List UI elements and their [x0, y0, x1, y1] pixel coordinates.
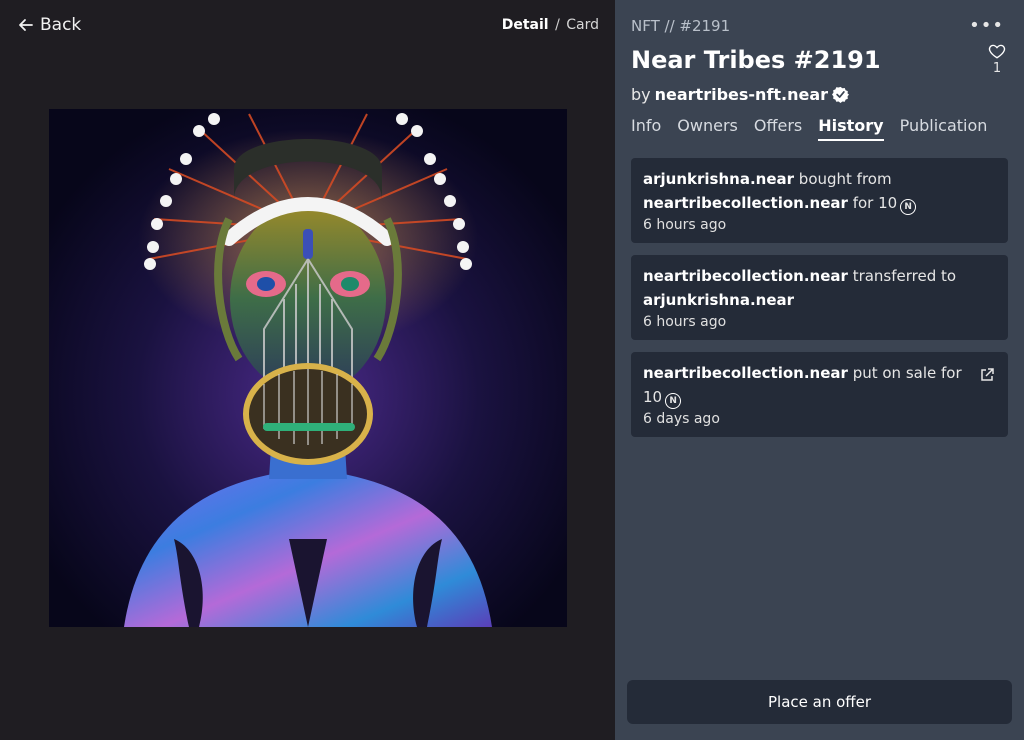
- view-card-option[interactable]: Card: [566, 17, 599, 33]
- history-actor[interactable]: neartribecollection.near: [643, 364, 848, 382]
- tab-owners[interactable]: Owners: [677, 116, 738, 141]
- nft-title: Near Tribes #2191: [631, 46, 881, 74]
- history-action: transferred to: [852, 267, 957, 285]
- creator-prefix: by: [631, 85, 651, 104]
- history-message: arjunkrishna.near bought from neartribec…: [643, 167, 996, 215]
- history-target[interactable]: arjunkrishna.near: [643, 291, 794, 309]
- history-item: neartribecollection.near transferred to …: [631, 255, 1008, 340]
- tab-publication[interactable]: Publication: [900, 116, 988, 141]
- tab-history[interactable]: History: [818, 116, 884, 141]
- nft-id-label: NFT // #2191: [631, 17, 731, 35]
- history-target[interactable]: neartribecollection.near: [643, 194, 848, 212]
- nft-artwork: [49, 109, 567, 627]
- back-button[interactable]: Back: [18, 15, 81, 35]
- external-link-icon[interactable]: [980, 368, 994, 382]
- like-count: 1: [992, 61, 1002, 76]
- history-time: 6 hours ago: [643, 314, 727, 330]
- view-detail-option[interactable]: Detail: [502, 17, 549, 33]
- near-currency-icon: N: [900, 199, 917, 215]
- history-item: neartribecollection.near put on sale for…: [631, 352, 1008, 437]
- history-action: bought from: [798, 170, 892, 188]
- history-time: 6 days ago: [643, 411, 720, 427]
- view-toggle: Detail / Card: [502, 17, 599, 33]
- artwork-pane: Back Detail / Card: [0, 0, 615, 740]
- history-suffix: for 10: [852, 194, 898, 212]
- arrow-left-icon: [19, 19, 33, 31]
- history-suffix: 10: [643, 388, 663, 406]
- detail-panel: NFT // #2191 ••• Near Tribes #2191 1 by …: [615, 0, 1024, 740]
- history-message: neartribecollection.near put on sale for…: [643, 361, 996, 409]
- history-action: put on sale for: [852, 364, 962, 382]
- history-time: 6 hours ago: [643, 217, 727, 233]
- more-horizontal-icon: •••: [969, 15, 1004, 36]
- history-item: arjunkrishna.near bought from neartribec…: [631, 158, 1008, 243]
- back-label: Back: [40, 15, 82, 35]
- like-button[interactable]: 1: [988, 42, 1006, 76]
- creator-link[interactable]: neartribes-nft.near: [655, 85, 828, 104]
- creator-line: by neartribes-nft.near: [631, 85, 850, 104]
- tab-offers[interactable]: Offers: [754, 116, 802, 141]
- history-actor[interactable]: neartribecollection.near: [643, 267, 848, 285]
- heart-icon: [988, 44, 1006, 59]
- history-message: neartribecollection.near transferred to …: [643, 264, 996, 312]
- view-separator: /: [555, 17, 560, 33]
- more-options-button[interactable]: •••: [969, 15, 1004, 36]
- verified-badge-icon: [832, 86, 850, 103]
- history-list: arjunkrishna.near bought from neartribec…: [631, 158, 1008, 449]
- near-currency-icon: N: [665, 393, 682, 409]
- detail-tabs: Info Owners Offers History Publication: [631, 116, 987, 141]
- history-actor[interactable]: arjunkrishna.near: [643, 170, 794, 188]
- place-offer-button[interactable]: Place an offer: [627, 680, 1012, 724]
- tab-info[interactable]: Info: [631, 116, 661, 141]
